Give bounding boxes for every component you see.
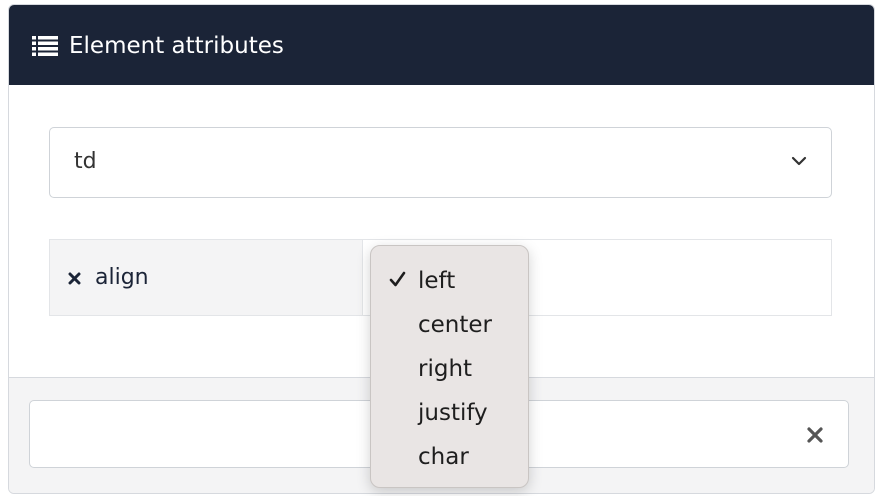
dropdown-option-label: justify xyxy=(418,400,488,426)
element-select[interactable]: td xyxy=(49,127,832,198)
element-select-value: td xyxy=(74,149,97,174)
dropdown-option-char[interactable]: char xyxy=(371,435,528,479)
dropdown-option-label: char xyxy=(418,444,469,470)
chevron-down-icon xyxy=(791,156,807,166)
attribute-name-cell: align xyxy=(50,240,363,315)
panel-header: Element attributes xyxy=(9,5,874,85)
checkmark-icon xyxy=(389,271,406,287)
panel-title: Element attributes xyxy=(69,33,284,59)
dropdown-option-label: left xyxy=(418,268,456,294)
clear-input-icon[interactable] xyxy=(806,426,824,444)
dropdown-option-right[interactable]: right xyxy=(371,347,528,391)
remove-attribute-icon[interactable] xyxy=(68,272,81,285)
dropdown-option-center[interactable]: center xyxy=(371,303,528,347)
align-options-dropdown: left center right justify char xyxy=(370,245,529,488)
dropdown-option-justify[interactable]: justify xyxy=(371,391,528,435)
dropdown-option-label: center xyxy=(418,312,492,338)
attribute-name: align xyxy=(95,265,149,290)
list-icon xyxy=(32,36,58,56)
dropdown-option-left[interactable]: left xyxy=(371,259,528,303)
dropdown-option-label: right xyxy=(418,356,473,382)
